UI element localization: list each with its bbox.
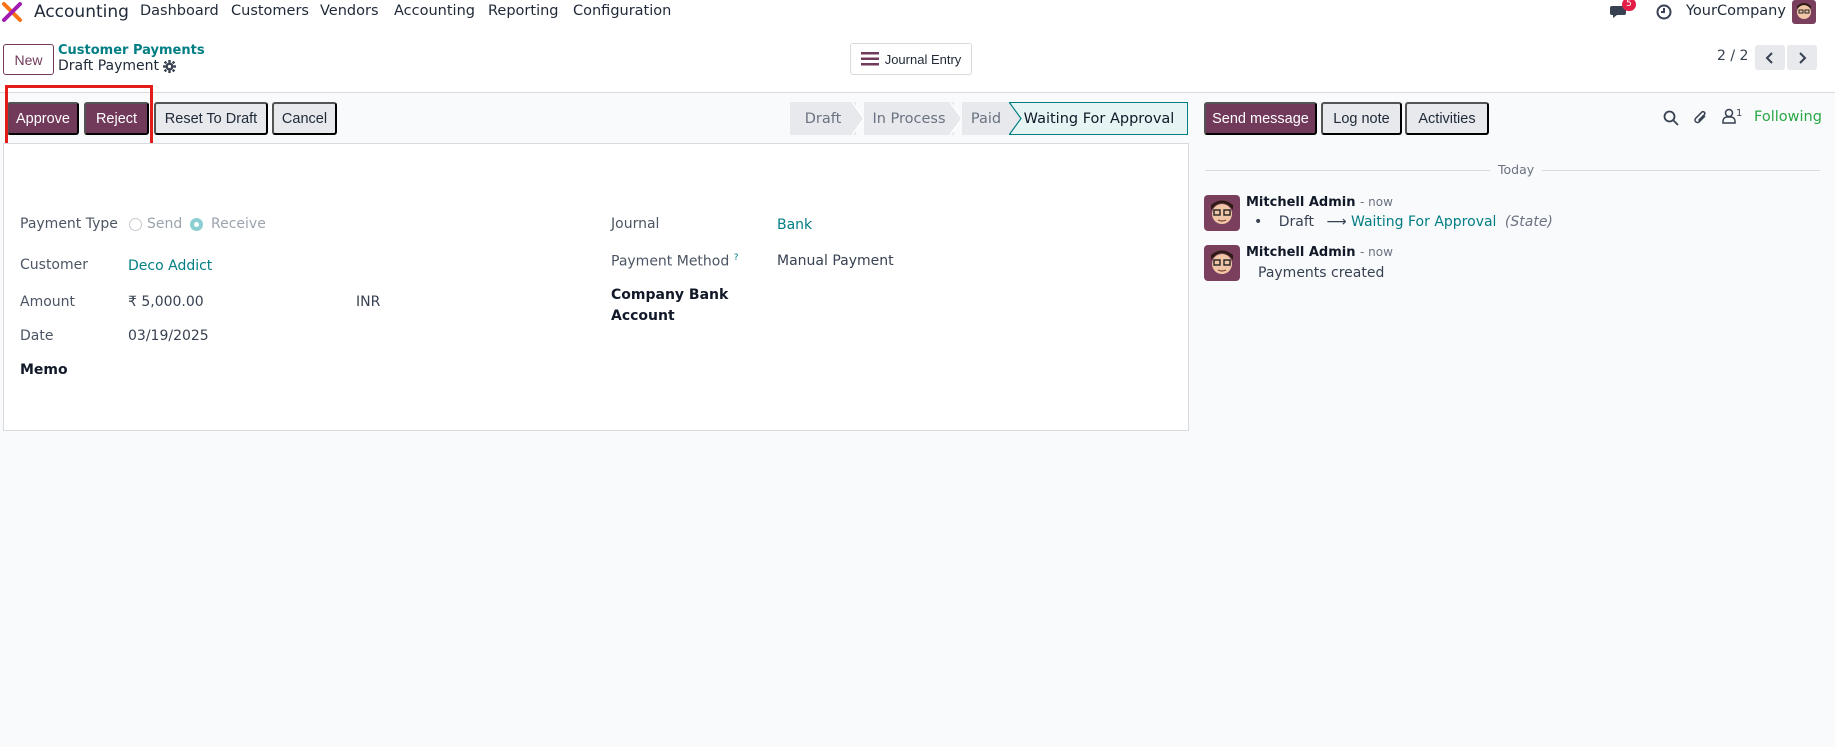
top-navbar: Accounting Dashboard Customers Vendors A… [0,0,1835,24]
breadcrumb-customer-payments[interactable]: Customer Payments [58,43,205,58]
stage-paid[interactable]: Paid [962,102,1010,135]
app-name[interactable]: Accounting [34,2,129,22]
followers-count: 1 [1736,108,1743,119]
menu-vendors[interactable]: Vendors [320,3,379,19]
menu-reporting[interactable]: Reporting [488,3,559,19]
accounting-app-icon[interactable] [2,2,24,22]
message-body: Payments created [1258,265,1385,281]
chevron-left-icon [1765,51,1773,64]
menu-dashboard[interactable]: Dashboard [140,3,219,19]
payment-type-send-label[interactable]: Send [147,216,182,232]
author-name: Mitchell Admin [1246,195,1356,210]
list-icon [860,52,879,66]
author-name: Mitchell Admin [1246,245,1356,260]
help-tooltip-icon[interactable]: ? [734,253,739,263]
pager-value[interactable]: 2 / 2 [1717,48,1748,64]
menu-customers[interactable]: Customers [231,3,309,19]
user-icon [1722,108,1736,124]
payment-method-label-text: Payment Method [611,253,730,270]
menu-accounting[interactable]: Accounting [394,3,475,19]
user-avatar[interactable] [1792,0,1816,24]
message-avatar[interactable] [1204,195,1240,231]
date-label: Date [20,328,54,344]
date-field[interactable]: 03/19/2025 [128,328,209,344]
amount-label: Amount [20,294,76,310]
stage-waiting-for-approval[interactable]: Waiting For Approval [1010,102,1188,135]
memo-label: Memo [20,362,68,378]
followers-button[interactable]: 1 [1722,108,1742,124]
highlight-annotation [5,85,153,152]
avatar-icon [1211,250,1233,274]
amount-field[interactable]: ₹ 5,000.00 [128,294,204,310]
pager-previous-button[interactable] [1755,45,1785,70]
avatar-icon [1797,3,1811,19]
payment-type-receive-label[interactable]: Receive [211,216,266,232]
tracking-new-value: Waiting For Approval [1351,214,1497,230]
currency-field[interactable]: INR [356,294,380,310]
menu-configuration[interactable]: Configuration [573,3,671,19]
company-bank-account-label-line1: Company Bank [611,287,729,303]
chevron-right-icon [1799,51,1807,64]
message-time: - now [1359,245,1393,259]
message-author[interactable]: Mitchell Admin - now [1246,245,1393,260]
reset-to-draft-button[interactable]: Reset To Draft [154,102,268,135]
journal-entry-label: Journal Entry [884,51,962,67]
payment-method-label: Payment Method ? [611,253,738,270]
stage-in-process[interactable]: In Process [864,102,954,135]
record-title: Draft Payment [58,58,177,74]
customer-label: Customer [20,257,89,273]
journal-label: Journal [611,216,660,232]
avatar-icon [1211,200,1233,224]
cancel-button[interactable]: Cancel [272,102,337,135]
company-switcher[interactable]: YourCompany [1686,3,1786,19]
stage-draft[interactable]: Draft [790,102,856,135]
date-separator-today: Today [1490,162,1543,177]
new-button[interactable]: New [3,44,54,75]
journal-entry-button[interactable]: Journal Entry [850,43,972,75]
log-note-button[interactable]: Log note [1321,102,1402,135]
search-icon[interactable] [1663,110,1679,126]
control-panel: New Customer Payments Draft Payment Jour… [0,24,1835,93]
activity-clock-icon[interactable] [1656,4,1672,20]
tracking-old-value: Draft [1278,214,1315,230]
arrow-right-icon: ⟶ [1326,214,1347,230]
payment-method-field[interactable]: Manual Payment [777,253,894,269]
bullet: • [1254,214,1263,230]
payment-type-receive-radio[interactable] [190,218,203,231]
stage-separator [1009,102,1022,135]
payment-type-label: Payment Type [20,216,118,232]
message-time: - now [1359,195,1393,209]
paperclip-icon[interactable] [1693,109,1709,127]
send-message-button[interactable]: Send message [1204,102,1317,135]
message-author[interactable]: Mitchell Admin - now [1246,195,1393,210]
form-sheet [3,143,1189,431]
company-bank-account-label-line2: Account [611,308,675,324]
customer-field[interactable]: Deco Addict [128,258,212,274]
gear-icon[interactable] [163,59,177,73]
messages-menu[interactable]: 5 [1610,0,1636,24]
record-name: Draft Payment [58,58,160,74]
following-button[interactable]: Following [1754,109,1822,125]
pager-next-button[interactable] [1787,45,1817,70]
messages-count-badge: 5 [1622,0,1636,11]
message-avatar[interactable] [1204,245,1240,281]
journal-field[interactable]: Bank [777,217,812,233]
payment-type-send-radio[interactable] [129,218,142,231]
tracking-field-name: (State) [1504,214,1553,230]
activities-button[interactable]: Activities [1405,102,1489,135]
tracking-value: • Draft ⟶ Waiting For Approval (State) [1254,214,1553,230]
